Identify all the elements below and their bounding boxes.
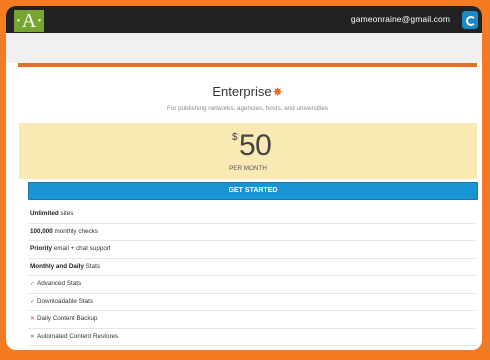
feature-highlight: 100,000 bbox=[30, 227, 53, 235]
feature-text: Daily Content Backup bbox=[37, 315, 98, 322]
site-logo[interactable]: ·A· bbox=[14, 10, 44, 32]
feature-item: Monthly and Daily Stats bbox=[28, 259, 476, 276]
feature-list: Unlimited sites 100,000 monthly checks Pri… bbox=[28, 206, 476, 346]
feature-item: Priority email + chat support bbox=[28, 241, 476, 259]
cross-icon: ✕ bbox=[30, 333, 35, 340]
price-panel: $ 50 PER MONTH bbox=[19, 123, 477, 179]
plan-name: Enterprise bbox=[212, 84, 272, 99]
feature-item: ✓ Advanced Stats bbox=[28, 276, 476, 294]
feature-text: Stats bbox=[83, 262, 100, 270]
pricing-card: Enterprise✸ For publishing networks, age… bbox=[18, 63, 478, 350]
user-menu-icon[interactable] bbox=[462, 11, 478, 29]
cross-icon: ✕ bbox=[30, 316, 35, 322]
top-nav-bar: ·A· gameonraine@gmail.com bbox=[6, 6, 482, 33]
gear-icon: ✸ bbox=[272, 85, 283, 99]
price-period: PER MONTH bbox=[229, 165, 267, 172]
feature-item: ✕ Daily Content Backup bbox=[28, 311, 476, 329]
get-started-button[interactable]: GET STARTED bbox=[28, 182, 478, 200]
currency-symbol: $ bbox=[232, 132, 238, 143]
check-icon: ✓ bbox=[30, 281, 35, 287]
feature-highlight: Priority bbox=[30, 245, 53, 252]
price-amount: 50 bbox=[239, 129, 272, 162]
feature-item: ✕ Automated Content Restores bbox=[28, 329, 476, 346]
plan-title: Enterprise✸ bbox=[18, 84, 477, 99]
feature-item: ✓ Downloadable Stats bbox=[28, 294, 476, 311]
feature-text: Advanced Stats bbox=[37, 280, 82, 287]
feature-text: monthly checks bbox=[52, 227, 98, 235]
feature-highlight: Monthly and Daily bbox=[30, 262, 84, 270]
feature-text: sites bbox=[58, 210, 74, 217]
feature-highlight: Unlimited bbox=[30, 210, 59, 217]
feature-text: Downloadable Stats bbox=[37, 297, 94, 305]
feature-item: Unlimited sites bbox=[28, 206, 476, 224]
account-email[interactable]: gameonraine@gmail.com bbox=[351, 14, 450, 24]
plan-tagline: For publishing networks, agencies, hosts… bbox=[166, 105, 328, 112]
feature-text: Automated Content Restores bbox=[37, 332, 119, 340]
feature-text: email + chat support bbox=[52, 245, 111, 252]
feature-item: 100,000 monthly checks bbox=[28, 224, 476, 241]
check-icon: ✓ bbox=[30, 298, 35, 305]
browser-frame: ·A· gameonraine@gmail.com Enterprise✸ Fo… bbox=[6, 6, 482, 350]
page-header-band bbox=[6, 33, 482, 63]
